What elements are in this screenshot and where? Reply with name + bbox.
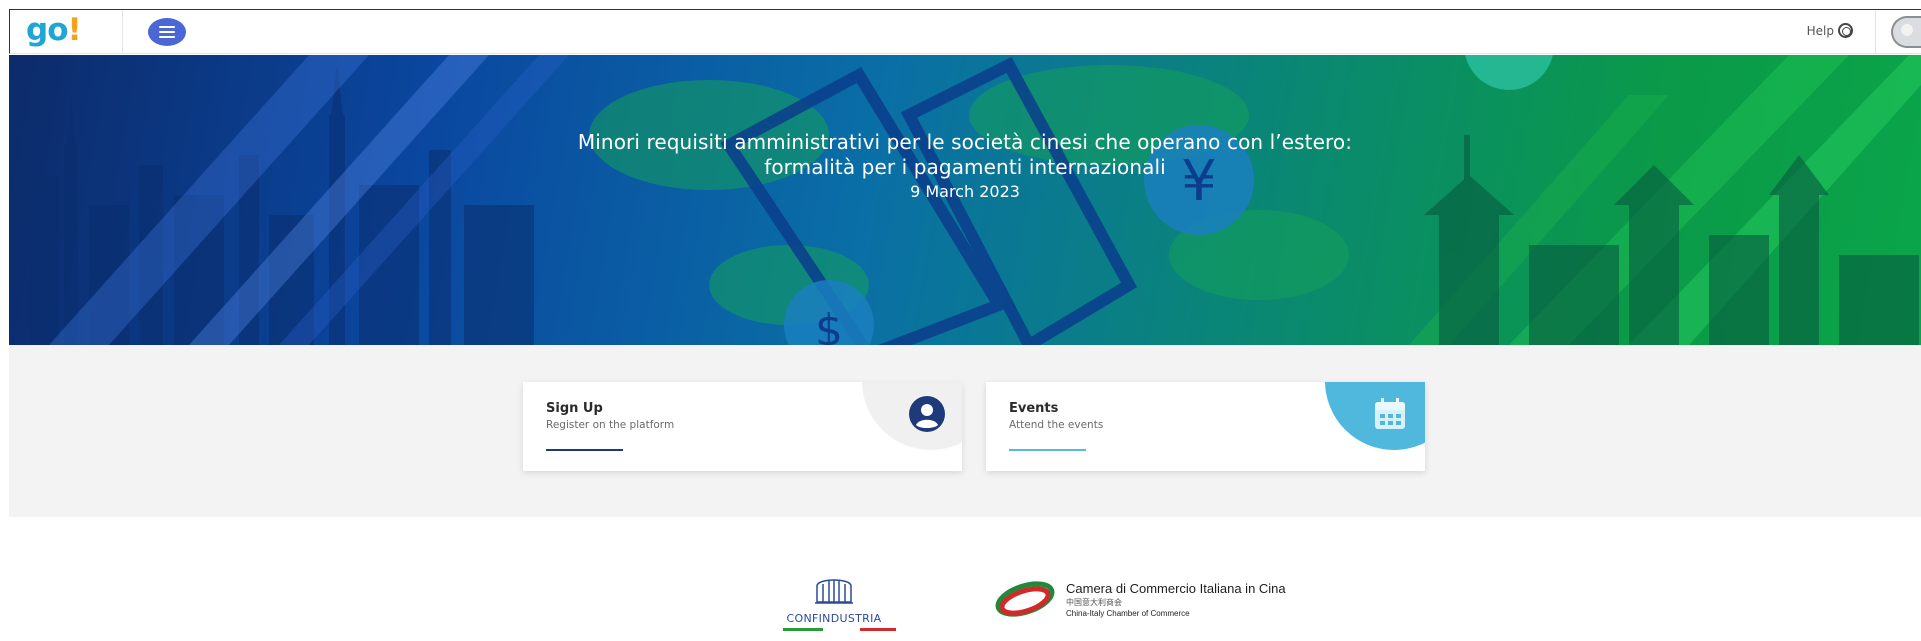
ccic-name-chinese: 中国意大利商会: [1066, 597, 1122, 607]
action-cards-section: Sign Up Register on the platform Events …: [9, 345, 1921, 517]
calendar-icon: [1371, 395, 1409, 437]
svg-text:$: $: [815, 305, 843, 345]
events-card-underline: [1009, 449, 1086, 451]
signup-card-title: Sign Up: [546, 401, 603, 416]
go-logo[interactable]: go!: [26, 12, 82, 48]
signup-card-underline: [546, 449, 623, 451]
events-card-title: Events: [1009, 401, 1059, 416]
signup-card-subtitle: Register on the platform: [546, 419, 675, 431]
header-divider: [122, 10, 123, 54]
hero-date: 9 March 2023: [910, 182, 1020, 201]
lifebuoy-icon: [1838, 23, 1853, 38]
help-label: Help: [1806, 23, 1834, 38]
ccic-name-english: China-Italy Chamber of Commerce: [1066, 608, 1190, 618]
ccic-name-italian: Camera di Commercio Italiana in Cina: [1066, 580, 1286, 596]
menu-button[interactable]: [148, 18, 186, 46]
window-frame-left: [0, 0, 9, 641]
confindustria-name: CONFINDUSTRIA: [786, 612, 882, 625]
partner-logos: CONFINDUSTRIA Camera di Commercio Italia…: [9, 517, 1921, 641]
confindustria-flag-bars: [774, 628, 896, 632]
user-circle-icon: [908, 395, 946, 437]
hero-title-line1: Minori requisiti amministrativi per le s…: [577, 130, 1353, 154]
confindustria-emblem-icon: [815, 579, 853, 604]
events-card[interactable]: Events Attend the events: [986, 382, 1425, 471]
top-navbar: go! Help: [9, 9, 1921, 54]
confindustria-logo[interactable]: CONFINDUSTRIA: [774, 572, 896, 632]
hero-text: Minori requisiti amministrativi per le s…: [9, 130, 1921, 201]
menu-icon: [159, 23, 175, 41]
events-card-subtitle: Attend the events: [1009, 419, 1104, 431]
ccic-emblem-icon: [995, 581, 1055, 617]
ccic-logo[interactable]: Camera di Commercio Italiana in Cina 中国意…: [994, 579, 1286, 619]
logo-bang: !: [67, 12, 82, 48]
help-link[interactable]: Help: [1807, 23, 1853, 38]
header-divider-right: [1875, 10, 1876, 54]
hero-banner: ¥ $ Minori requisiti amministrativi per …: [9, 55, 1921, 345]
user-avatar[interactable]: [1891, 16, 1921, 48]
hero-title-line2: formalità per i pagamenti internazionali: [764, 155, 1166, 179]
signup-card[interactable]: Sign Up Register on the platform: [523, 382, 962, 471]
window-frame-top: [0, 0, 1921, 9]
logo-text: go: [26, 12, 68, 48]
